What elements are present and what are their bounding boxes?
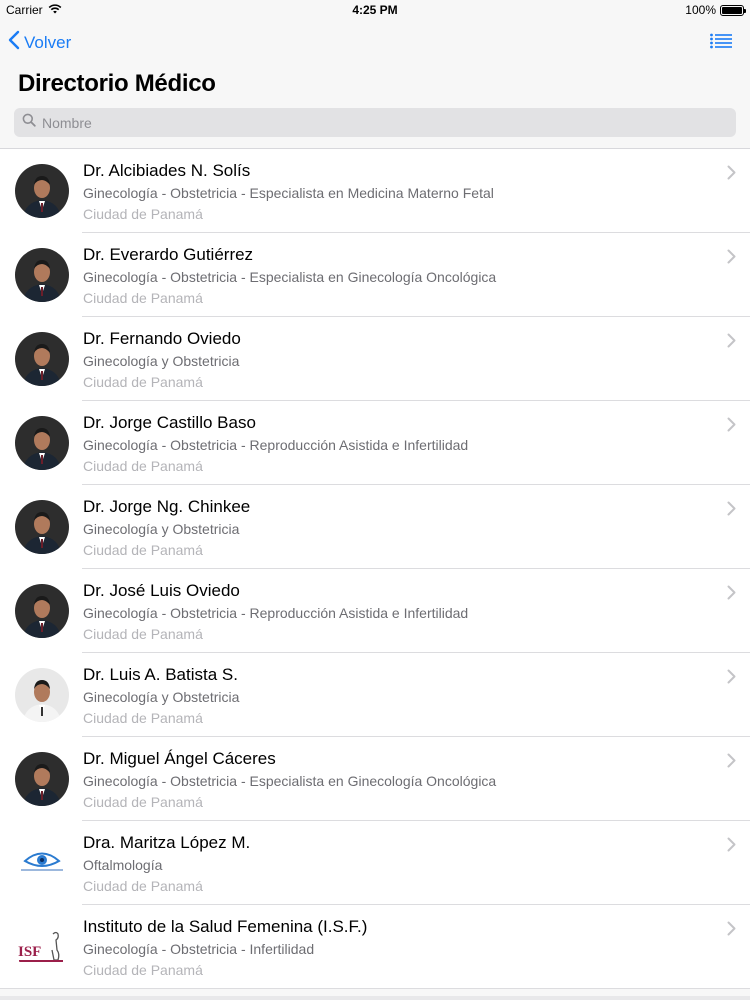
chevron-right-icon [727,921,736,941]
avatar [15,248,69,302]
avatar [15,584,69,638]
chevron-right-icon [727,837,736,857]
avatar [15,668,69,722]
doctor-specialty: Ginecología - Obstetricia - Especialista… [83,269,497,285]
doctor-name: Dra. Maritza López M. [83,833,251,852]
isf-logo-icon: ISF [15,920,69,974]
doctor-row[interactable]: ISF Instituto de la Salud Femenina (I.S.F… [0,905,750,989]
chevron-right-icon [727,753,736,773]
doctor-name: Dr. Luis A. Batista S. [83,665,238,684]
doctor-specialty: Ginecología - Obstetricia - Especialista… [83,185,494,201]
doctor-specialty: Ginecología - Obstetricia - Infertilidad [83,941,315,957]
doctor-location: Ciudad de Panamá [83,878,203,894]
chevron-right-icon [727,165,736,185]
doctor-row[interactable]: Dr. Alcibiades N. Solís Ginecología - Obs… [0,149,750,233]
doctor-photo-icon [15,332,69,386]
doctor-location: Ciudad de Panamá [83,542,203,558]
status-right: 100% [685,3,746,17]
doctor-list: Dr. Alcibiades N. Solís Ginecología - Obs… [0,148,750,989]
battery-percent: 100% [685,3,716,17]
doctor-photo-icon [15,752,69,806]
doctor-photo-icon [15,500,69,554]
doctor-photo-icon [15,668,69,722]
doctor-specialty: Oftalmología [83,857,163,873]
avatar [15,500,69,554]
isf-logo-text: ISF [18,944,41,960]
doctor-location: Ciudad de Panamá [83,206,203,222]
doctor-specialty: Ginecología - Obstetricia - Reproducción… [83,437,469,453]
doctor-location: Ciudad de Panamá [83,626,203,642]
carrier-label: Carrier [6,3,43,17]
doctor-photo-icon [15,584,69,638]
doctor-row[interactable]: Dr. Jorge Ng. Chinkee Ginecología y Obste… [0,485,750,569]
doctor-row[interactable]: Dr. Everardo Gutiérrez Ginecología - Obst… [0,233,750,317]
avatar [15,752,69,806]
search-bar[interactable] [14,108,736,137]
doctor-specialty: Ginecología y Obstetricia [83,353,240,369]
chevron-right-icon [727,417,736,437]
eye-logo-icon [15,836,69,890]
doctor-name: Dr. Everardo Gutiérrez [83,245,254,264]
back-label: Volver [24,32,72,52]
doctor-photo-icon [15,416,69,470]
chevron-right-icon [727,501,736,521]
wifi-icon [48,3,62,17]
chevron-right-icon [727,333,736,353]
doctor-location: Ciudad de Panamá [83,710,203,726]
status-left: Carrier [6,3,62,17]
doctor-specialty: Ginecología - Obstetricia - Especialista… [83,773,497,789]
chevron-right-icon [727,249,736,269]
navigation-bar: Volver [0,22,750,62]
doctor-photo-icon [15,164,69,218]
doctor-row[interactable]: Dra. Maritza López M. Oftalmología Ciudad … [0,821,750,905]
doctor-name: Dr. Fernando Oviedo [83,329,241,348]
doctor-specialty: Ginecología y Obstetricia [83,521,240,537]
avatar [15,164,69,218]
page-title: Directorio Médico [18,70,216,97]
avatar: ISF [15,920,69,974]
avatar [15,416,69,470]
doctor-specialty: Ginecología y Obstetricia [83,689,240,705]
battery-fill [722,6,742,14]
doctor-name: Instituto de la Salud Femenina (I.S.F.) [83,917,368,936]
battery-icon [720,4,746,16]
doctor-specialty: Ginecología - Obstetricia - Reproducción… [83,605,469,621]
chevron-right-icon [727,669,736,689]
doctor-row[interactable]: Dr. Miguel Ángel Cáceres Ginecología - Ob… [0,737,750,821]
doctor-row[interactable]: Dr. José Luis Oviedo Ginecología - Obstet… [0,569,750,653]
doctor-name: Dr. Miguel Ángel Cáceres [83,749,276,768]
doctor-name: Dr. José Luis Oviedo [83,581,240,600]
bottom-edge [0,996,750,1000]
back-button[interactable]: Volver [8,30,71,55]
avatar [15,836,69,890]
status-bar: Carrier 4:25 PM 100% [0,0,750,20]
list-icon [710,33,732,53]
chevron-left-icon [8,30,20,55]
avatar [15,332,69,386]
status-time: 4:25 PM [352,3,398,17]
doctor-row[interactable]: Dr. Fernando Oviedo Ginecología y Obstetr… [0,317,750,401]
search-icon [22,113,36,132]
doctor-name: Dr. Alcibiades N. Solís [83,161,251,180]
doctor-row[interactable]: Dr. Jorge Castillo Baso Ginecología - Obs… [0,401,750,485]
doctor-location: Ciudad de Panamá [83,794,203,810]
doctor-name: Dr. Jorge Castillo Baso [83,413,256,432]
list-menu-button[interactable] [710,33,732,54]
doctor-photo-icon [15,248,69,302]
doctor-location: Ciudad de Panamá [83,290,203,306]
search-input[interactable] [42,114,702,131]
doctor-location: Ciudad de Panamá [83,374,203,390]
doctor-row[interactable]: Dr. Luis A. Batista S. Ginecología y Obst… [0,653,750,737]
doctor-location: Ciudad de Panamá [83,458,203,474]
doctor-location: Ciudad de Panamá [83,962,203,978]
chevron-right-icon [727,585,736,605]
doctor-name: Dr. Jorge Ng. Chinkee [83,497,251,516]
